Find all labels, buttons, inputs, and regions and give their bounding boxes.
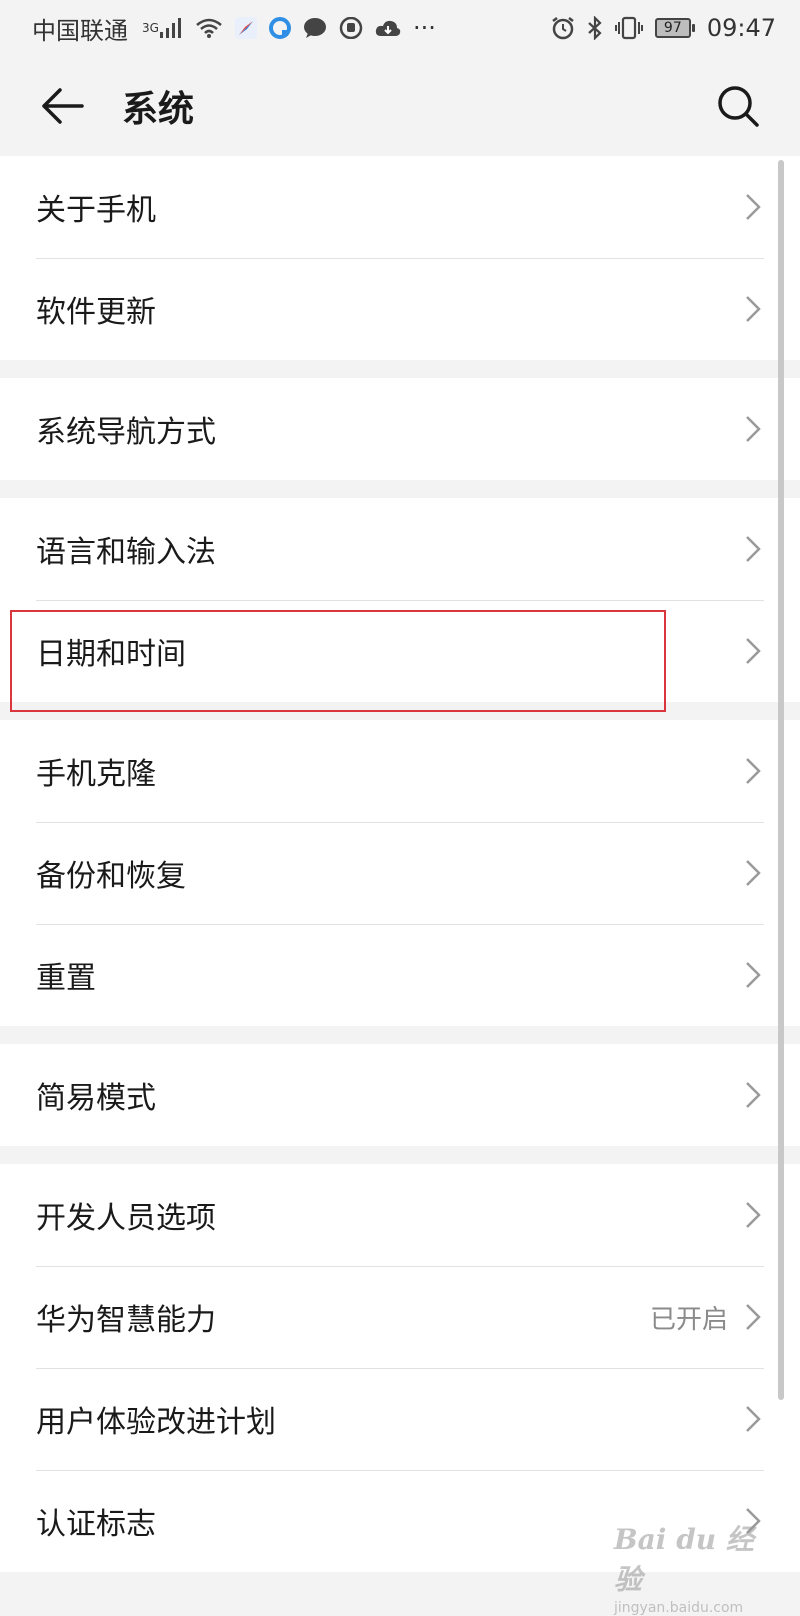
settings-item-label: 备份和恢复 [36, 859, 186, 894]
signal-icon: 3G [140, 17, 183, 39]
chevron-right-icon [742, 960, 764, 990]
settings-group: 语言和输入法 日期和时间 [0, 498, 800, 702]
settings-item-label: 软件更新 [36, 295, 156, 330]
back-arrow-icon [42, 88, 84, 124]
chevron-right-icon [742, 1200, 764, 1230]
chevron-right-icon [742, 192, 764, 222]
chevron-right-icon [742, 1506, 764, 1536]
settings-group: 系统导航方式 [0, 378, 800, 480]
back-button[interactable] [32, 76, 92, 136]
page-title: 系统 [122, 89, 195, 130]
chevron-right-icon [742, 1404, 764, 1434]
chevron-right-icon [742, 1302, 764, 1332]
chevron-right-icon [742, 414, 764, 444]
settings-item-date-time[interactable]: 日期和时间 [0, 600, 800, 702]
more-notifications-icon: ··· [412, 14, 436, 42]
settings-item-label: 语言和输入法 [36, 535, 216, 570]
battery-cap [691, 24, 695, 32]
settings-item-huawei-ai[interactable]: 华为智慧能力 已开启 [0, 1266, 800, 1368]
settings-item-system-navigation[interactable]: 系统导航方式 [0, 378, 800, 480]
wifi-icon [195, 17, 223, 39]
settings-group: 手机克隆 备份和恢复 重置 [0, 720, 800, 1026]
settings-item-developer-options[interactable]: 开发人员选项 [0, 1164, 800, 1266]
settings-item-status: 已开启 [649, 1304, 728, 1335]
settings-item-label: 简易模式 [36, 1081, 156, 1116]
settings-item-label: 关于手机 [36, 193, 156, 228]
settings-item-label: 华为智慧能力 [36, 1303, 216, 1338]
settings-item-phone-clone[interactable]: 手机克隆 [0, 720, 800, 822]
chevron-right-icon [742, 534, 764, 564]
compass-app-icon [234, 17, 257, 39]
settings-item-user-experience[interactable]: 用户体验改进计划 [0, 1368, 800, 1470]
bluetooth-icon [587, 16, 603, 40]
browser-app-icon [268, 17, 291, 39]
hand-icon [339, 17, 363, 39]
settings-item-label: 日期和时间 [36, 637, 186, 672]
settings-item-label: 系统导航方式 [36, 415, 216, 450]
settings-item-label: 手机克隆 [36, 757, 156, 792]
settings-group: 简易模式 [0, 1044, 800, 1146]
settings-group: 开发人员选项 华为智慧能力 已开启 用户体验改进计划 认证标志 [0, 1164, 800, 1572]
chevron-right-icon [742, 756, 764, 786]
battery-level: 97 [654, 18, 691, 38]
settings-group: 关于手机 软件更新 [0, 156, 800, 360]
chevron-right-icon [742, 294, 764, 324]
alarm-icon [551, 16, 575, 40]
chevron-right-icon [742, 1080, 764, 1110]
search-icon [718, 86, 759, 127]
settings-item-about-phone[interactable]: 关于手机 [0, 156, 800, 258]
chevron-right-icon [742, 636, 764, 666]
scrollbar[interactable] [778, 160, 784, 1400]
status-bar: 中国联通 3G ··· 97 09:47 [0, 0, 800, 56]
status-right: 97 09:47 [551, 14, 776, 42]
watermark-url: jingyan.baidu.com [614, 1600, 744, 1616]
carrier-name: 中国联通 [32, 16, 128, 45]
chevron-right-icon [742, 858, 764, 888]
settings-item-backup-restore[interactable]: 备份和恢复 [0, 822, 800, 924]
settings-item-certification-logos[interactable]: 认证标志 [0, 1470, 800, 1572]
status-left: 中国联通 3G ··· [32, 11, 436, 46]
message-icon [303, 17, 327, 39]
clock: 09:47 [706, 14, 776, 42]
vibrate-icon [614, 16, 643, 40]
settings-item-label: 认证标志 [36, 1507, 156, 1542]
settings-item-simple-mode[interactable]: 简易模式 [0, 1044, 800, 1146]
settings-list: 关于手机 软件更新 系统导航方式 语言和输入法 日期和时间 手机克隆 备份和恢复 [0, 156, 800, 1590]
settings-item-reset[interactable]: 重置 [0, 924, 800, 1026]
network-type-badge: 3G [142, 21, 159, 35]
settings-item-label: 用户体验改进计划 [36, 1405, 276, 1440]
app-bar: 系统 [0, 56, 800, 156]
battery-indicator: 97 [654, 18, 695, 38]
cloud-icon [375, 18, 401, 38]
search-button[interactable] [708, 76, 768, 136]
settings-item-language-input[interactable]: 语言和输入法 [0, 498, 800, 600]
settings-item-label: 重置 [36, 961, 96, 996]
settings-item-software-update[interactable]: 软件更新 [0, 258, 800, 360]
settings-item-label: 开发人员选项 [36, 1201, 216, 1236]
